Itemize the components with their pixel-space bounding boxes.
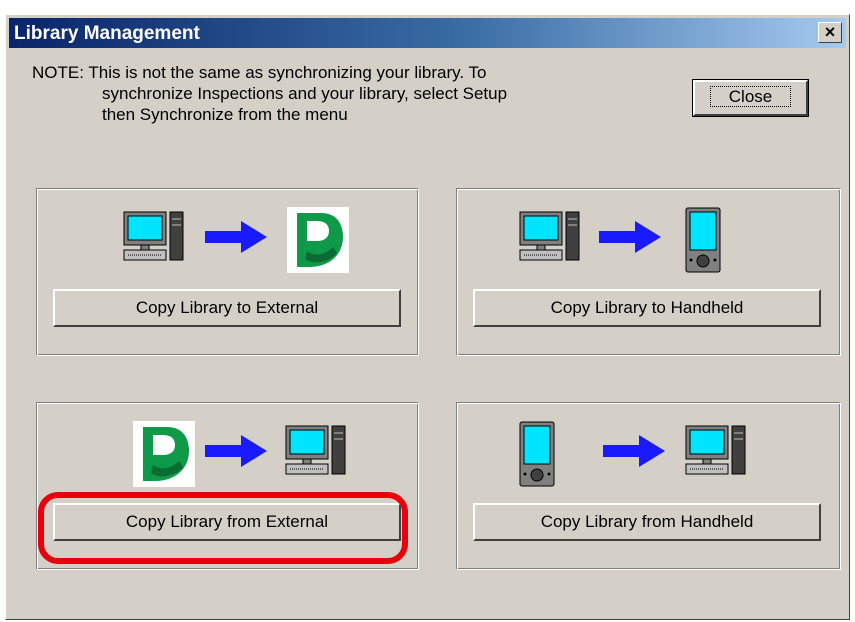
- icon-row: [37, 207, 418, 277]
- close-button[interactable]: Close: [692, 79, 809, 117]
- computer-icon: [685, 425, 746, 475]
- arrow-right-icon: [205, 221, 267, 253]
- external-p-logo-icon: [133, 421, 195, 487]
- title-bar[interactable]: Library Management ×: [9, 18, 846, 48]
- panel-copy-from-handheld: Copy Library from Handheld: [456, 402, 841, 570]
- handheld-icon: [685, 207, 721, 273]
- computer-icon: [519, 211, 580, 261]
- copy-to-external-button[interactable]: Copy Library to External: [53, 289, 401, 327]
- copy-to-handheld-button[interactable]: Copy Library to Handheld: [473, 289, 821, 327]
- window-title: Library Management: [14, 23, 200, 44]
- note-line-3: then Synchronize from the menu: [102, 105, 348, 124]
- arrow-right-icon: [603, 435, 665, 467]
- note-line-2: synchronize Inspections and your library…: [102, 84, 508, 103]
- arrow-right-icon: [599, 221, 661, 253]
- close-button-label: Close: [709, 86, 792, 107]
- computer-icon: [123, 211, 184, 261]
- icon-row: [457, 421, 840, 491]
- icon-row: [457, 207, 840, 277]
- note-line-1: NOTE: This is not the same as synchroniz…: [32, 63, 487, 82]
- window-close-button[interactable]: ×: [818, 22, 842, 43]
- copy-from-handheld-button[interactable]: Copy Library from Handheld: [473, 503, 821, 541]
- note-text: NOTE: This is not the same as synchroniz…: [32, 62, 507, 125]
- panel-copy-to-handheld: Copy Library to Handheld: [456, 188, 841, 356]
- panel-copy-to-external: Copy Library to External: [36, 188, 419, 356]
- arrow-right-icon: [205, 435, 267, 467]
- external-p-logo-icon: [287, 207, 349, 273]
- computer-icon: [285, 425, 346, 475]
- red-highlight-outline: [38, 492, 408, 564]
- handheld-icon: [519, 421, 555, 487]
- icon-row: [37, 421, 418, 491]
